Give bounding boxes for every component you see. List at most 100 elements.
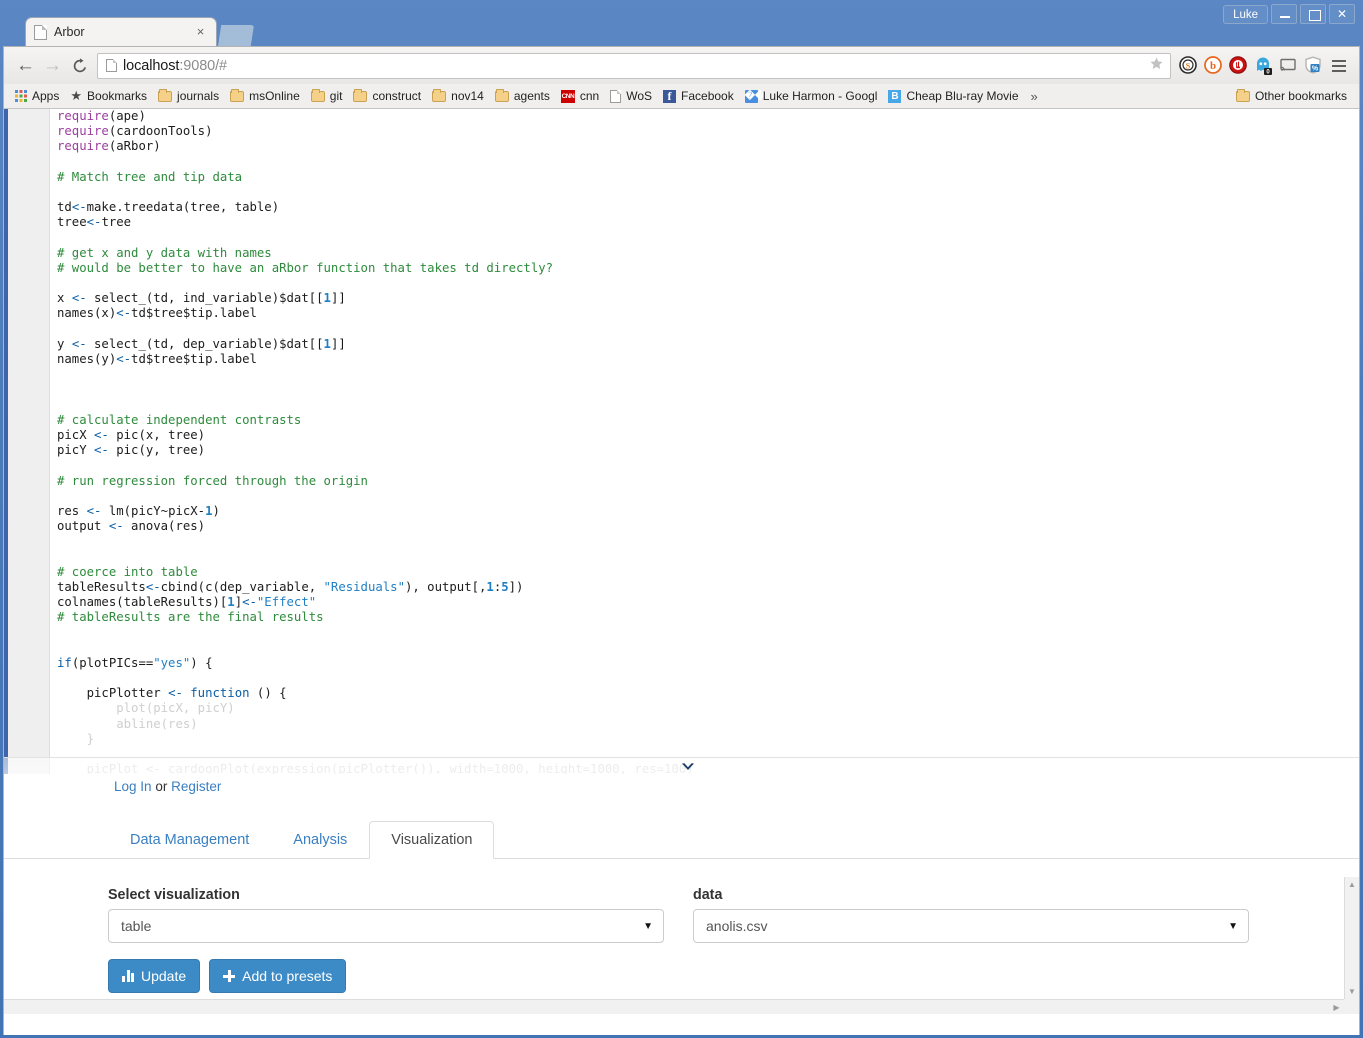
new-tab-button[interactable] (218, 25, 254, 46)
add-to-presets-button[interactable]: Add to presets (209, 959, 347, 993)
scroll-right-arrow-icon[interactable]: ▶ (1329, 1000, 1344, 1014)
scrollbar-corner (1344, 999, 1359, 1014)
tab-visualization[interactable]: Visualization (369, 821, 495, 859)
bookmark-label: journals (177, 89, 220, 103)
login-link[interactable]: Log In (114, 779, 152, 794)
visualization-select[interactable]: table ▼ (108, 909, 664, 943)
lastpass-extension-icon[interactable]: % (1302, 54, 1325, 77)
code-line: 38 (4, 671, 1359, 686)
chevron-down-icon[interactable] (680, 761, 696, 777)
code-line: 27res <- lm(picY~picX-1) (4, 504, 1359, 519)
adblock-extension-icon[interactable] (1227, 54, 1250, 77)
close-window-button[interactable]: ✕ (1329, 4, 1355, 24)
code-line: 15 (4, 322, 1359, 337)
arbor-app-panel: Log In or Register Data Management Analy… (4, 757, 1359, 1035)
cnn-icon: CNN (560, 89, 575, 103)
code-line: 13x <- select_(td, ind_variable)$dat[[1]… (4, 291, 1359, 306)
code-line: 39 picPlotter <- function () { (4, 686, 1359, 701)
browser-chrome: ← → localhost:9080/# S b 0 % Apps ★ Book… (3, 46, 1360, 1035)
code-text: x <- select_(td, ind_variable)$dat[[1]] (57, 291, 346, 306)
editor-left-rule (4, 109, 8, 774)
bookmark-label: nov14 (451, 89, 484, 103)
maximize-window-button[interactable] (1300, 4, 1326, 24)
folder-icon (494, 88, 509, 102)
visualization-select-group: Select visualization table ▼ (108, 887, 664, 943)
data-select[interactable]: anolis.csv ▼ (693, 909, 1249, 943)
bookmark-cnn[interactable]: CNN cnn (556, 87, 605, 105)
code-text: if(plotPICs=="yes") { (57, 655, 213, 670)
code-text: picY <- pic(y, tree) (57, 443, 206, 458)
bookmark-agents[interactable]: agents (490, 87, 556, 105)
horizontal-scrollbar[interactable]: ▶ (4, 999, 1344, 1014)
auth-links: Log In or Register (114, 779, 221, 794)
bookmark-star-icon[interactable] (1149, 56, 1164, 75)
bookmark-luke-harmon-google[interactable]: �� Luke Harmon - Googl (740, 87, 884, 105)
forward-icon[interactable]: → (39, 53, 66, 79)
page-info-icon[interactable] (106, 59, 117, 72)
folder-icon (230, 88, 245, 102)
code-line: 34# tableResults are the final results (4, 610, 1359, 625)
app-tabs: Data Management Analysis Visualization (4, 821, 1359, 859)
bookmark-wos[interactable]: WoS (605, 87, 658, 105)
chevron-down-icon: ▼ (1228, 920, 1238, 932)
browser-tabstrip: Arbor × (25, 17, 254, 46)
bookmark-cheap-bluray[interactable]: B Cheap Blu-ray Movie (883, 87, 1024, 105)
bookmark-msonline[interactable]: msOnline (225, 87, 306, 105)
code-lines: 1require(ape)2require(cardoonTools)3requ… (4, 109, 1359, 701)
reload-icon[interactable] (66, 53, 93, 79)
code-line: 17names(y)<-td$tree$tip.label (4, 352, 1359, 367)
vertical-scrollbar[interactable]: ▲ ▼ (1344, 877, 1359, 999)
cast-icon[interactable] (1277, 54, 1300, 77)
orange-extension-icon[interactable]: b (1202, 54, 1225, 77)
bookmark-apps[interactable]: Apps (10, 87, 65, 105)
url-host: localhost (123, 57, 180, 74)
code-text: # get x and y data with names (57, 245, 272, 260)
code-text: picPlotter <- function () { (57, 686, 287, 701)
window-controls: Luke ✕ (1223, 4, 1355, 24)
tab-analysis[interactable]: Analysis (271, 821, 369, 858)
bookmarks-overflow-icon[interactable]: » (1031, 89, 1038, 104)
page-favicon-icon (34, 24, 47, 40)
bookmark-bookmarks[interactable]: ★ Bookmarks (65, 87, 153, 105)
back-icon[interactable]: ← (12, 53, 39, 79)
bookmark-journals[interactable]: journals (153, 87, 225, 105)
update-button[interactable]: Update (108, 959, 201, 993)
url-text: localhost:9080/# (123, 58, 227, 74)
code-line: 9 (4, 231, 1359, 246)
code-editor[interactable]: 1require(ape)2require(cardoonTools)3requ… (4, 109, 1359, 774)
ghostery-extension-icon[interactable]: 0 (1252, 54, 1275, 77)
bookmark-facebook[interactable]: f Facebook (658, 87, 740, 105)
code-line: 19 (4, 382, 1359, 397)
bookmark-construct[interactable]: construct (348, 87, 427, 105)
code-text: abline(res) (57, 716, 198, 731)
code-text: } (57, 731, 95, 746)
bookmark-nov14[interactable]: nov14 (427, 87, 490, 105)
google-scholar-icon: �� (744, 89, 766, 103)
profile-name-button[interactable]: Luke (1223, 4, 1268, 24)
auth-or-text: or (155, 779, 168, 794)
scroll-down-arrow-icon[interactable]: ▼ (1345, 984, 1359, 999)
bookmark-git[interactable]: git (306, 87, 349, 105)
sandbox-extension-icon[interactable]: S (1177, 54, 1200, 77)
register-link[interactable]: Register (171, 779, 221, 794)
bookmark-label: Cheap Blu-ray Movie (906, 89, 1019, 103)
browser-tab-arbor[interactable]: Arbor × (25, 17, 217, 46)
code-line: 30 (4, 549, 1359, 564)
address-bar[interactable]: localhost:9080/# (97, 52, 1171, 79)
minimize-window-button[interactable] (1271, 4, 1297, 24)
bookmarks-bar: Apps ★ Bookmarks journals msOnline git c… (4, 84, 1359, 109)
chrome-menu-icon[interactable] (1327, 53, 1351, 79)
bookmark-label: Facebook (681, 89, 734, 103)
code-line: 26 (4, 489, 1359, 504)
code-text: tree<-tree (57, 215, 132, 230)
tab-data-management[interactable]: Data Management (108, 821, 271, 858)
other-bookmarks-folder[interactable]: Other bookmarks (1231, 87, 1353, 105)
code-line: 33colnames(tableResults)[1]<-"Effect" (4, 595, 1359, 610)
close-tab-icon[interactable]: × (193, 25, 208, 40)
scroll-up-arrow-icon[interactable]: ▲ (1345, 877, 1359, 892)
plus-icon (223, 970, 236, 982)
